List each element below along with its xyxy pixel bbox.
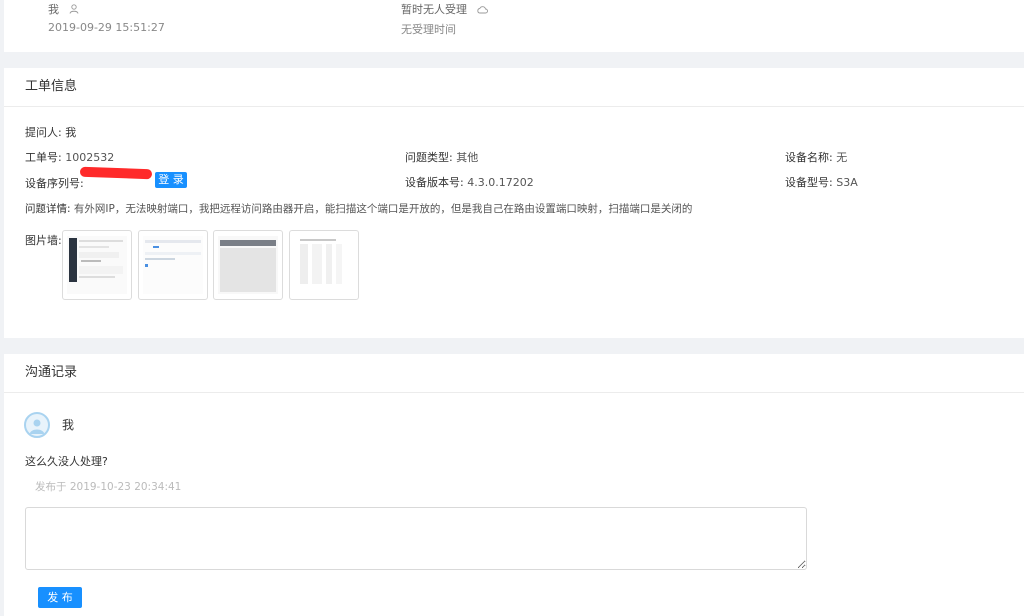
asker-label: 提问人: bbox=[25, 126, 62, 139]
gallery-thumbnail[interactable] bbox=[138, 230, 208, 300]
submit-time: 2019-09-29 15:51:27 bbox=[48, 21, 165, 34]
communication-title: 沟通记录 bbox=[4, 354, 1024, 393]
message-time: 发布于 2019-10-23 20:34:41 bbox=[35, 481, 182, 493]
detail-value: 有外网IP，无法映射端口，我把远程访问路由器开启，能扫描这个端口是开放的，但是我… bbox=[73, 203, 693, 215]
submitter-row: 我 bbox=[48, 1, 79, 17]
user-icon bbox=[69, 3, 79, 17]
submitter-name: 我 bbox=[48, 3, 59, 16]
ticket-no-row: 工单号: 1002532 bbox=[25, 149, 114, 165]
ticket-no-value: 1002532 bbox=[65, 151, 115, 164]
ticket-info-title: 工单信息 bbox=[4, 68, 1024, 107]
asker-value: 我 bbox=[65, 126, 77, 139]
handler-row: 暂时无人受理 bbox=[401, 1, 488, 17]
handler-status: 暂时无人受理 bbox=[401, 3, 467, 16]
ticket-no-label: 工单号: bbox=[25, 151, 62, 164]
gallery-thumbnail[interactable] bbox=[62, 230, 132, 300]
login-button[interactable]: 登 录 bbox=[155, 172, 187, 188]
device-name-value: 无 bbox=[836, 151, 848, 164]
problem-type-row: 问题类型: 其他 bbox=[405, 149, 478, 165]
ticket-detail-page: 我 2019-09-29 15:51:27 暂时无人受理 无受理时间 工单信息 … bbox=[0, 0, 1024, 616]
model-value: S3A bbox=[836, 176, 858, 189]
problem-type-label: 问题类型: bbox=[405, 151, 453, 164]
serial-row: 设备序列号: bbox=[25, 175, 84, 191]
avatar bbox=[24, 412, 50, 438]
device-name-label: 设备名称: bbox=[785, 151, 833, 164]
publish-button[interactable]: 发 布 bbox=[38, 587, 82, 608]
device-name-row: 设备名称: 无 bbox=[785, 149, 847, 165]
gallery-thumbnail[interactable] bbox=[213, 230, 283, 300]
serial-label: 设备序列号: bbox=[25, 177, 84, 190]
detail-label: 问题详情: bbox=[25, 203, 71, 215]
user-avatar-icon bbox=[29, 419, 45, 434]
gallery-thumbnail[interactable] bbox=[289, 230, 359, 300]
message-text: 这么久没人处理? bbox=[25, 455, 108, 468]
detail-row: 问题详情: 有外网IP，无法映射端口，我把远程访问路由器开启，能扫描这个端口是开… bbox=[25, 201, 692, 216]
message-author: 我 bbox=[62, 418, 75, 432]
asker-row: 提问人: 我 bbox=[25, 124, 76, 140]
cloud-icon bbox=[476, 4, 488, 17]
ticket-status-card: 我 2019-09-29 15:51:27 暂时无人受理 无受理时间 bbox=[4, 0, 1024, 52]
handle-time: 无受理时间 bbox=[401, 23, 456, 36]
firmware-value: 4.3.0.17202 bbox=[467, 176, 534, 189]
firmware-label: 设备版本号: bbox=[405, 176, 464, 189]
reply-input[interactable] bbox=[25, 507, 807, 570]
gallery-label: 图片墙: bbox=[25, 234, 62, 247]
model-label: 设备型号: bbox=[785, 176, 833, 189]
firmware-row: 设备版本号: 4.3.0.17202 bbox=[405, 174, 534, 190]
problem-type-value: 其他 bbox=[456, 151, 479, 164]
model-row: 设备型号: S3A bbox=[785, 174, 858, 190]
